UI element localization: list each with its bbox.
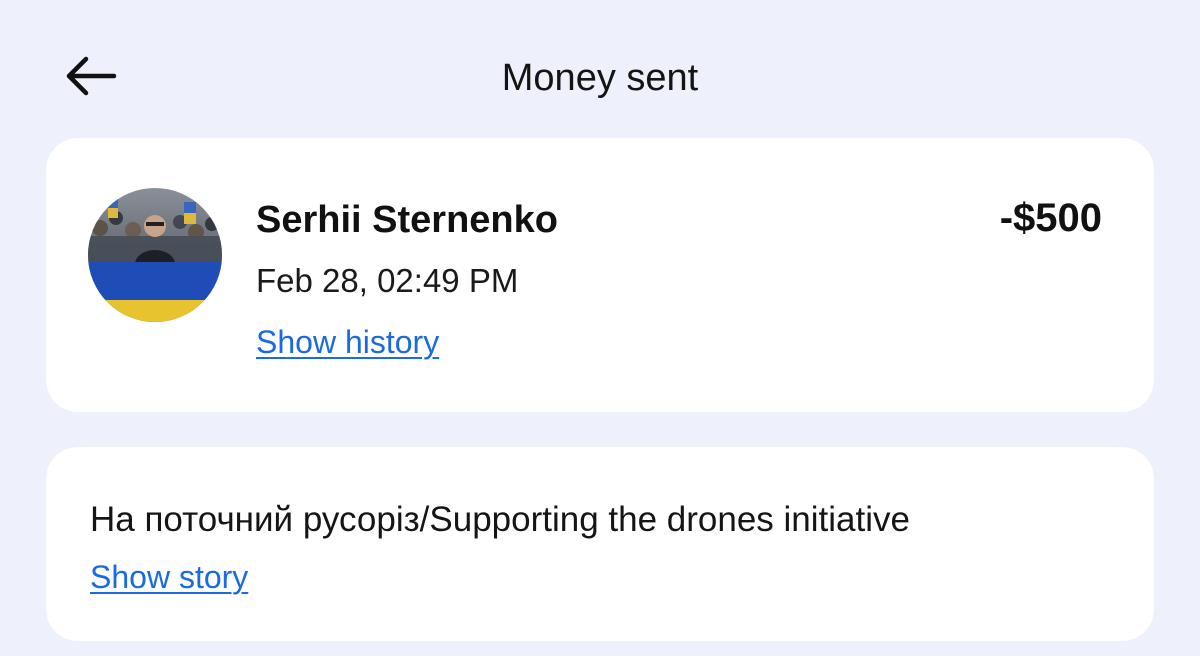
- story-card: На поточний русоріз/Supporting the drone…: [46, 447, 1154, 641]
- show-history-link[interactable]: Show history: [256, 322, 439, 362]
- recipient-name: Serhii Sternenko: [256, 199, 558, 241]
- profile-photo: [88, 188, 222, 322]
- transaction-amount: -$500: [999, 196, 1102, 240]
- top-bar: Money sent: [0, 0, 1200, 140]
- transaction-timestamp: Feb 28, 02:49 PM: [256, 262, 519, 299]
- avatar[interactable]: [88, 188, 222, 322]
- page-title: Money sent: [501, 57, 699, 99]
- story-text: На поточний русоріз/Supporting the drone…: [90, 500, 910, 539]
- show-story-link[interactable]: Show story: [90, 557, 248, 597]
- transaction-card: Serhii Sternenko -$500 Feb 28, 02:49 PM …: [46, 138, 1154, 412]
